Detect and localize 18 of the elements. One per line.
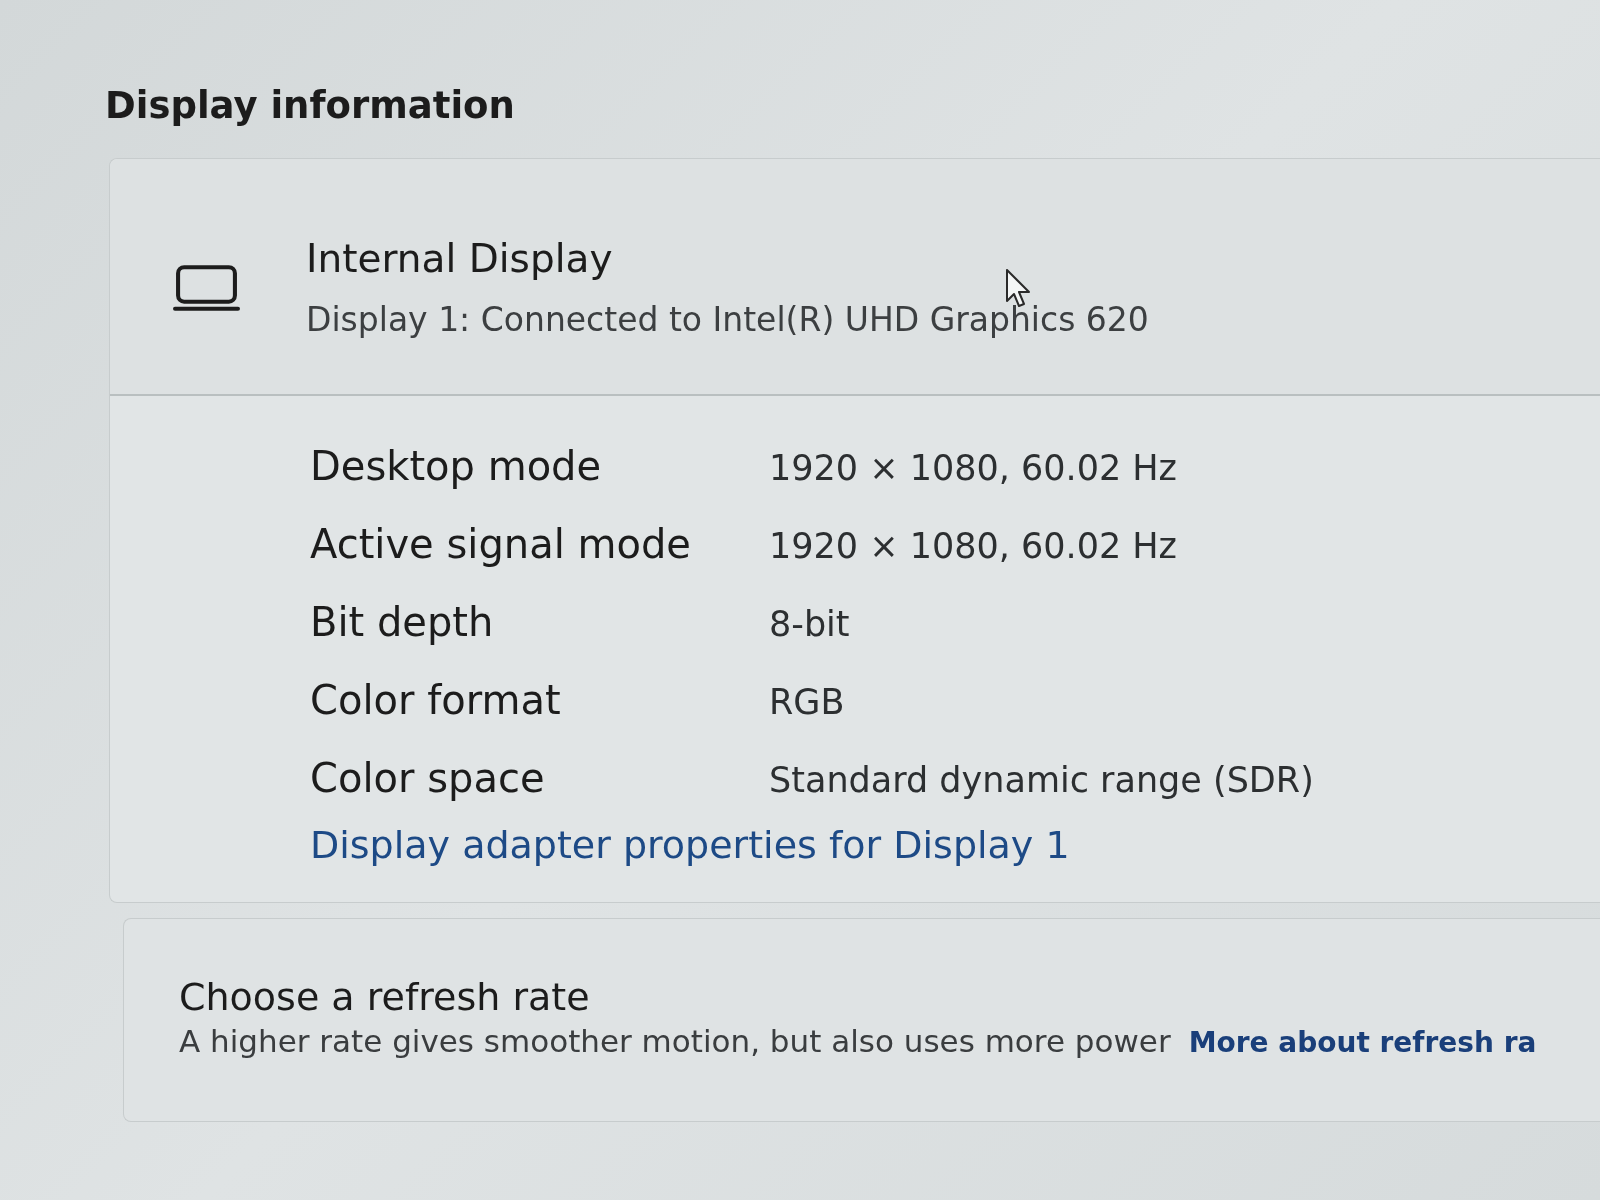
refresh-rate-description: A higher rate gives smoother motion, but also uses more power [179,1021,1171,1061]
display-description: Display 1: Connected to Intel(R) UHD Graphics 620 [306,300,1149,340]
laptop-icon [173,263,240,313]
property-label: Color space [310,754,545,803]
property-label: Bit depth [310,598,494,647]
property-value: 1920 × 1080, 60.02 Hz [769,525,1178,568]
display-name: Internal Display [306,236,613,284]
property-label: Desktop mode [310,442,602,491]
property-label: Color format [310,676,561,725]
section-title: Display information [105,84,515,129]
refresh-rate-link[interactable]: More about refresh ra [1188,1024,1537,1061]
property-label: Active signal mode [310,520,691,569]
property-value: Standard dynamic range (SDR) [769,759,1314,802]
refresh-rate-title: Choose a refresh rate [179,975,590,1021]
property-value: RGB [769,681,846,724]
adapter-properties-link[interactable]: Display adapter properties for Display 1 [310,823,1070,870]
property-value: 1920 × 1080, 60.02 Hz [769,447,1178,490]
property-value: 8-bit [769,603,851,646]
